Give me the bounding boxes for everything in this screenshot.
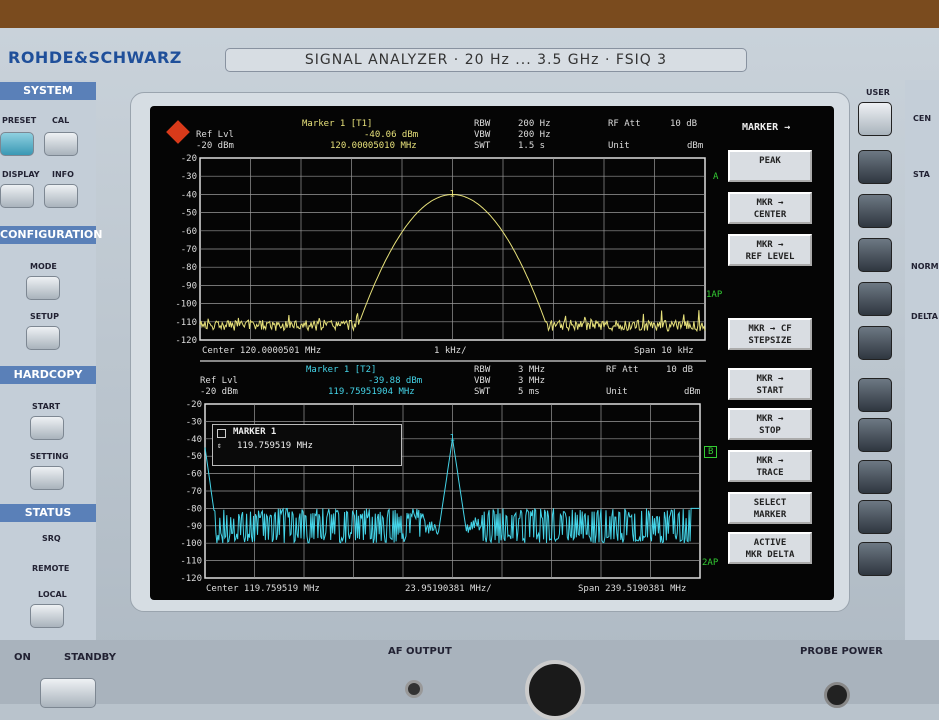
mode-button[interactable] [26,276,60,300]
softkey-4[interactable]: MKR → CF STEPSIZE [728,318,812,350]
y-tick-label: -30 [186,417,202,427]
hardkey-softkey-1[interactable] [858,150,892,184]
device-title: SIGNAL ANALYZER · 20 Hz ... 3.5 GHz · FS… [225,48,747,72]
preset-label: PRESET [2,116,37,125]
hardkey-softkey-6[interactable] [858,378,892,412]
marker-1-label: 1 [450,190,455,200]
user-label: USER [866,88,890,97]
marker-info-box: MARKER 1 119.759519 MHz ⇕ [212,424,402,466]
softkey-1[interactable]: PEAK [728,150,812,182]
rotary-knob[interactable] [525,660,585,720]
y-tick-label: -80 [181,263,197,273]
y-tick-label: -120 [175,336,197,346]
brand-logo: ROHDE&SCHWARZ [8,48,182,67]
marker-box-title: MARKER 1 [233,427,277,437]
srq-indicator: SRQ [42,534,61,543]
hardkey-softkey-9[interactable] [858,500,892,534]
display-label: DISPLAY [2,170,40,179]
y-tick-label: -90 [181,281,197,291]
section-system: SYSTEM [0,82,96,100]
background-wall [0,0,939,30]
on-label: ON [14,652,31,663]
y-tick-label: -70 [186,487,202,497]
y-tick-label: -60 [181,227,197,237]
preset-button[interactable] [0,132,34,156]
local-label: LOCAL [38,590,67,599]
analyzer-screen: Ref Lvl -20 dBm Marker 1 [T1] -40.06 dBm… [150,106,834,600]
hardkey-softkey-4[interactable] [858,282,892,316]
probe-power-connector[interactable] [824,682,850,708]
y-tick-label: -120 [180,574,202,584]
bottom-panel: ON STANDBY AF OUTPUT PROBE POWER [0,640,939,720]
marker-checkbox[interactable] [217,429,226,438]
y-tick-label: -100 [180,539,202,549]
section-status: STATUS [0,504,96,522]
remote-indicator: REMOTE [32,564,70,573]
softkey-6[interactable]: MKR → STOP [728,408,812,440]
hardkey-softkey-5[interactable] [858,326,892,360]
cal-button[interactable] [44,132,78,156]
start-label-right: STA [913,170,930,179]
probe-power-label: PROBE POWER [800,646,883,657]
center-label: CEN [913,114,932,123]
cal-label: CAL [52,116,70,125]
hardkey-softkey-3[interactable] [858,238,892,272]
left-key-panel: SYSTEM PRESET CAL DISPLAY INFO CONFIGURA… [0,80,102,640]
y-tick-label: -40 [186,435,202,445]
y-tick-label: -40 [181,190,197,200]
softkey-9[interactable]: ACTIVE MKR DELTA [728,532,812,564]
right-key-panel: CEN STA NORM DELTA [905,80,939,640]
af-output-label: AF OUTPUT [388,646,452,657]
setup-label: SETUP [30,312,60,321]
marker-1-label: 1 [450,434,455,444]
y-tick-label: -100 [175,300,197,310]
hardcopy-start-button[interactable] [30,416,64,440]
norm-label: NORM [911,262,939,271]
af-output-jack[interactable] [405,680,423,698]
stepper-arrows-icon[interactable]: ⇕ [217,441,222,450]
softkey-5[interactable]: MKR → START [728,368,812,400]
hardkey-softkey-8[interactable] [858,460,892,494]
y-tick-label: -70 [181,245,197,255]
local-button[interactable] [30,604,64,628]
marker-box-value: 119.759519 MHz [237,441,313,451]
y-tick-label: -50 [186,452,202,462]
hardkey-softkey-10[interactable] [858,542,892,576]
info-label: INFO [52,170,74,179]
y-tick-label: -60 [186,470,202,480]
softkey-7[interactable]: MKR → TRACE [728,450,812,482]
hardkey-softkey-2[interactable] [858,194,892,228]
info-button[interactable] [44,184,78,208]
setting-label: SETTING [30,452,69,461]
standby-label: STANDBY [64,652,116,663]
softkey-3[interactable]: MKR → REF LEVEL [728,234,812,266]
display-button[interactable] [0,184,34,208]
softkey-menu-title: MARKER → [742,122,791,133]
y-tick-label: -90 [186,522,202,532]
section-hardcopy: HARDCOPY [0,366,96,384]
user-button[interactable] [858,102,892,136]
y-tick-label: -20 [181,154,197,164]
y-tick-label: -110 [175,318,197,328]
setup-button[interactable] [26,326,60,350]
delta-label: DELTA [911,312,938,321]
section-configuration: CONFIGURATION [0,226,102,244]
hardcopy-setting-button[interactable] [30,466,64,490]
y-tick-label: -50 [181,209,197,219]
softkey-8[interactable]: SELECT MARKER [728,492,812,524]
y-tick-label: -80 [186,504,202,514]
y-tick-label: -110 [180,557,202,567]
hardkey-softkey-7[interactable] [858,418,892,452]
mode-label: MODE [30,262,57,271]
y-tick-label: -20 [186,400,202,410]
softkey-2[interactable]: MKR → CENTER [728,192,812,224]
start-label: START [32,402,61,411]
y-tick-label: -30 [181,172,197,182]
